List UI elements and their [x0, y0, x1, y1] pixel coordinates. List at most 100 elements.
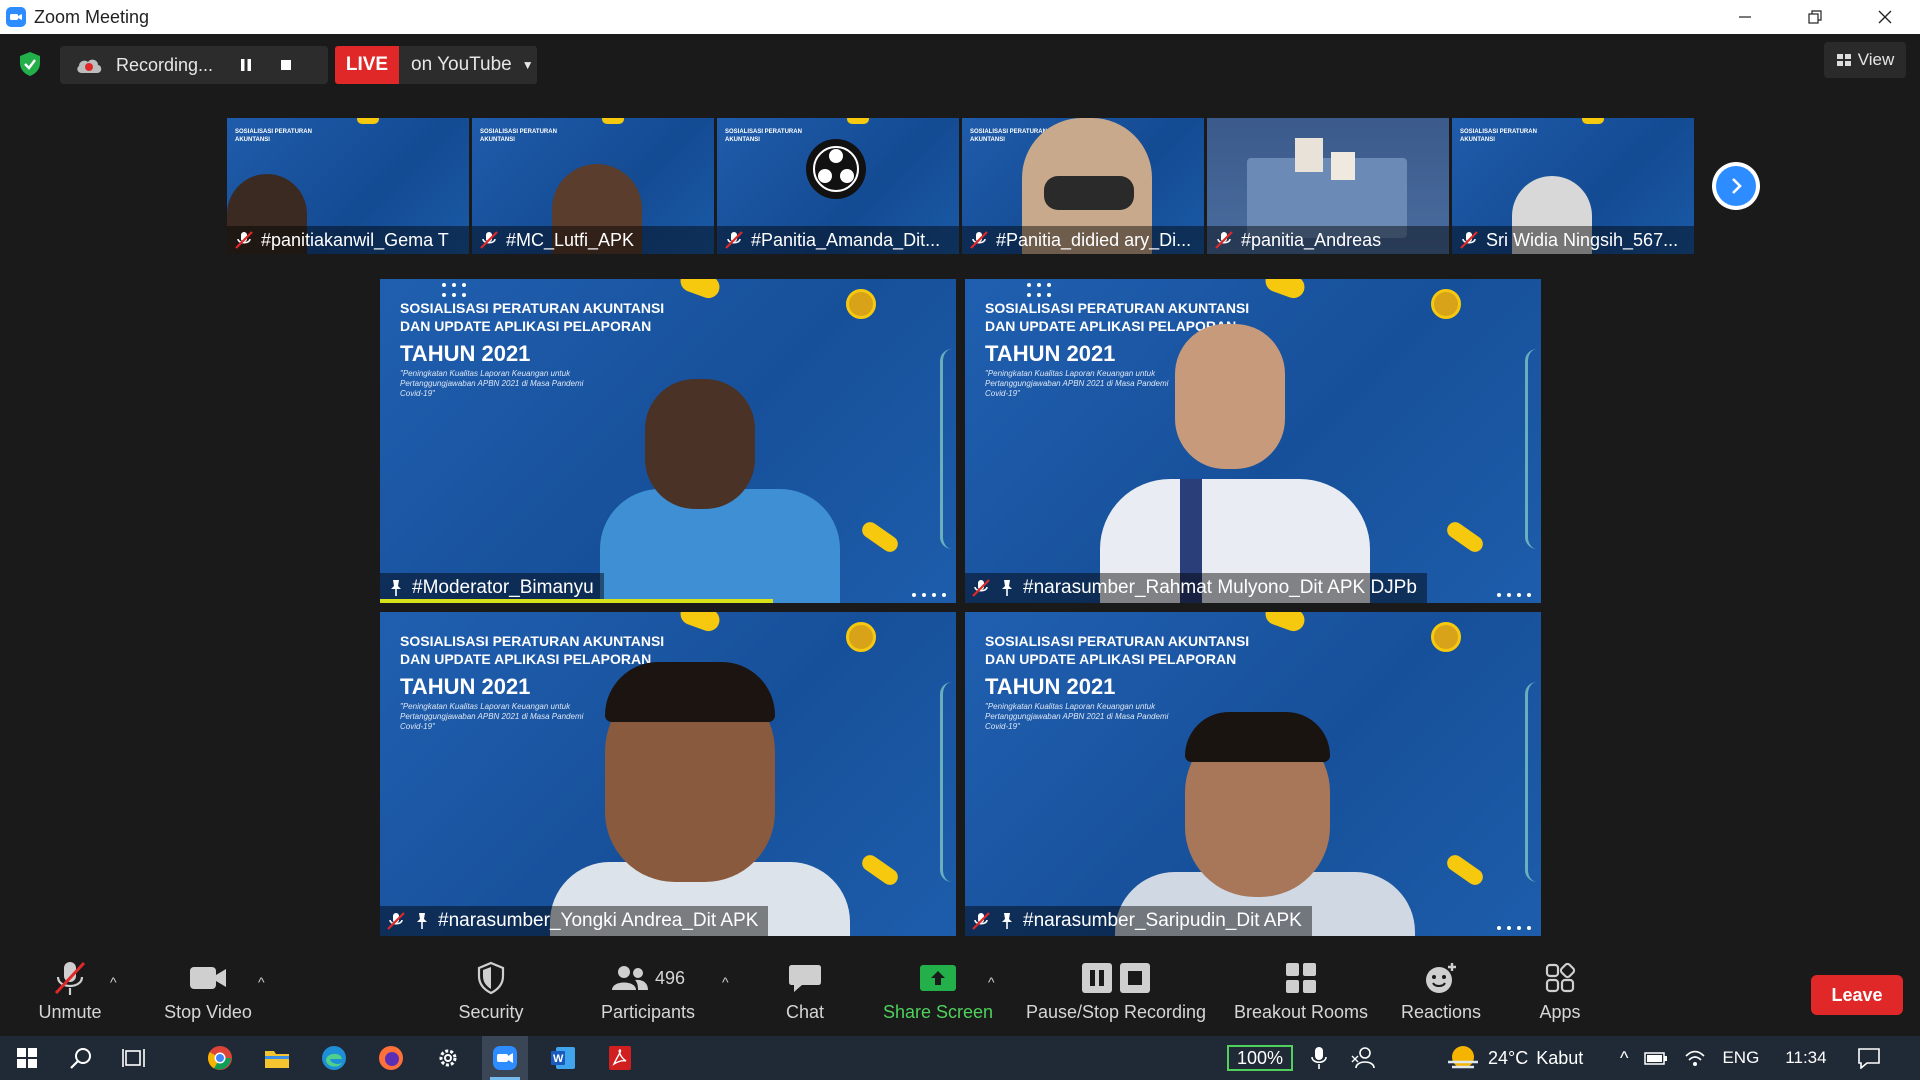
security-shield-icon [477, 961, 505, 995]
muted-mic-icon [387, 912, 405, 930]
people-icon [1351, 1047, 1375, 1069]
view-button[interactable]: View [1824, 42, 1906, 78]
leave-button[interactable]: Leave [1811, 975, 1903, 1015]
wifi-icon[interactable] [1684, 1048, 1706, 1068]
encryption-shield-icon[interactable] [16, 50, 44, 78]
participants-icon [611, 966, 648, 990]
video-tile[interactable]: SOSIALISASI PERATURAN AKUNTANSI DAN UPDAT… [965, 279, 1541, 603]
participants-button[interactable]: 496 Participants [596, 958, 700, 1028]
participant-name: #Moderator_Bimanyu [412, 577, 594, 598]
file-explorer-taskbar-icon[interactable] [254, 1036, 300, 1080]
task-view-button[interactable] [112, 1036, 158, 1080]
share-screen-button[interactable]: Share Screen [882, 958, 994, 1028]
weather-widget[interactable]: 24°C Kabut [1446, 1036, 1583, 1080]
obs-logo-icon [806, 139, 866, 199]
muted-mic-icon [1215, 231, 1233, 249]
video-tile[interactable]: SOSIALISASI PERATURAN AKUNTANSI DAN UPDAT… [380, 279, 956, 603]
zoom-taskbar-icon[interactable] [482, 1036, 528, 1080]
share-options-caret[interactable]: ^ [988, 974, 995, 990]
cloud-recording-icon [77, 59, 102, 73]
ministry-emblem-icon [1431, 289, 1461, 319]
breakout-rooms-button[interactable]: Breakout Rooms [1230, 958, 1372, 1028]
share-screen-icon [920, 965, 956, 991]
participant-thumbnail[interactable]: SOSIALISASI PERATURAN AKUNTANSI #panitia… [227, 118, 469, 254]
chrome-taskbar-icon[interactable] [197, 1036, 243, 1080]
pause-recording-button[interactable] [226, 46, 266, 84]
participant-hair [605, 662, 775, 722]
participants-label: Participants [600, 1002, 696, 1022]
audio-options-caret[interactable]: ^ [110, 974, 117, 990]
windows-taskbar: W 100% 24°C Kabut ^ ENG 11:34 [0, 1036, 1920, 1080]
participant-name-bar: #narasumber_Saripudin_Dit APK [965, 906, 1312, 936]
fog-weather-icon [1448, 1046, 1478, 1069]
acrobat-taskbar-icon[interactable] [597, 1036, 643, 1080]
start-button[interactable] [4, 1036, 50, 1080]
slide-line1: SOSIALISASI PERATURAN AKUNTANSI [985, 300, 1250, 316]
next-page-button[interactable] [1712, 162, 1760, 210]
folder-icon [265, 1051, 289, 1068]
video-tile[interactable]: SOSIALISASI PERATURAN AKUNTANSI DAN UPDAT… [965, 612, 1541, 936]
participants-options-caret[interactable]: ^ [722, 974, 729, 990]
security-button[interactable]: Security [446, 958, 536, 1028]
meeting-status-bar: Recording... LIVE on YouTube ▼ View [0, 34, 1920, 94]
edge-taskbar-icon[interactable] [311, 1036, 357, 1080]
stop-icon [281, 60, 291, 70]
input-language[interactable]: ENG [1722, 1048, 1759, 1068]
slide-line2: DAN UPDATE APLIKASI PELAPORAN [985, 651, 1237, 667]
system-clock[interactable]: 11:34 [1785, 1048, 1826, 1068]
minimize-icon [1739, 16, 1751, 18]
battery-icon[interactable] [1644, 1050, 1668, 1066]
slide-line2: DAN UPDATE APLIKASI PELAPORAN [400, 651, 652, 667]
participant-thumbnail[interactable]: SOSIALISASI PERATURAN AKUNTANSI #Panitia… [962, 118, 1204, 254]
taskbar-search-button[interactable] [58, 1036, 104, 1080]
ministry-emblem-icon [846, 289, 876, 319]
pause-stop-recording-button[interactable]: Pause/Stop Recording [1022, 958, 1210, 1028]
participant-name-bar: #MC_Lutfi_APK [472, 226, 714, 254]
slide-line1: SOSIALISASI PERATURAN AKUNTANSI [400, 633, 665, 649]
participant-thumbnail[interactable]: SOSIALISASI PERATURAN AKUNTANSI Sri Widi… [1452, 118, 1694, 254]
apps-button[interactable]: Apps [1530, 958, 1590, 1028]
grid-view-icon [1836, 54, 1851, 66]
firefox-taskbar-icon[interactable] [368, 1036, 414, 1080]
participant-thumbnail[interactable]: SOSIALISASI PERATURAN AKUNTANSI #MC_Lutf… [472, 118, 714, 254]
live-badge: LIVE [335, 46, 399, 84]
chrome-icon [207, 1046, 232, 1070]
word-taskbar-icon[interactable]: W [540, 1036, 586, 1080]
live-stream-dropdown[interactable]: on YouTube ▼ [399, 46, 537, 84]
slide-text: SOSIALISASI PERATURAN AKUNTANSI [235, 129, 312, 143]
settings-taskbar-icon[interactable] [425, 1036, 471, 1080]
microphone-tray-icon[interactable] [1296, 1036, 1342, 1080]
apps-label: Apps [1539, 1002, 1581, 1022]
ministry-emblem-icon [1431, 622, 1461, 652]
minimize-button[interactable] [1710, 0, 1780, 34]
participant-name: #Panitia_didied ary_Di... [996, 229, 1192, 250]
notifications-button[interactable] [1846, 1036, 1892, 1080]
slide-subtitle: "Peningkatan Kualitas Laporan Keuangan u… [985, 702, 1169, 731]
stop-recording-button[interactable] [266, 46, 306, 84]
video-options-caret[interactable]: ^ [258, 974, 265, 990]
participant-name-bar: Sri Widia Ningsih_567... [1452, 226, 1694, 254]
pin-icon [391, 580, 401, 596]
muted-mic-icon [1460, 231, 1478, 249]
participant-thumbnail[interactable]: #panitia_Andreas [1207, 118, 1449, 254]
participant-name-bar: #Panitia_Amanda_Dit... [717, 226, 959, 254]
pause-icon [241, 59, 251, 71]
pdf-icon [609, 1046, 631, 1070]
stop-video-button[interactable]: Stop Video [158, 958, 258, 1028]
unmute-button[interactable]: Unmute [30, 958, 110, 1028]
chat-button[interactable]: Chat [778, 958, 832, 1028]
chevron-down-icon: ▼ [521, 58, 534, 72]
participant-name-bar: #panitia_Andreas [1207, 226, 1449, 254]
zoom-level-indicator[interactable]: 100% [1227, 1045, 1293, 1071]
video-tile[interactable]: SOSIALISASI PERATURAN AKUNTANSI DAN UPDAT… [380, 612, 956, 936]
participant-name: #narasumber_Saripudin_Dit APK [1023, 910, 1302, 931]
chat-bubble-icon [789, 965, 821, 992]
show-hidden-icons-chevron[interactable]: ^ [1620, 1048, 1628, 1069]
slide-year: TAHUN 2021 [985, 674, 1116, 699]
close-button[interactable] [1850, 0, 1920, 34]
reactions-button[interactable]: Reactions [1396, 958, 1486, 1028]
participant-thumbnail[interactable]: SOSIALISASI PERATURAN AKUNTANSI #Panitia… [717, 118, 959, 254]
restore-button[interactable] [1780, 0, 1850, 34]
people-tray-icon[interactable] [1340, 1036, 1386, 1080]
muted-mic-icon [970, 231, 988, 249]
